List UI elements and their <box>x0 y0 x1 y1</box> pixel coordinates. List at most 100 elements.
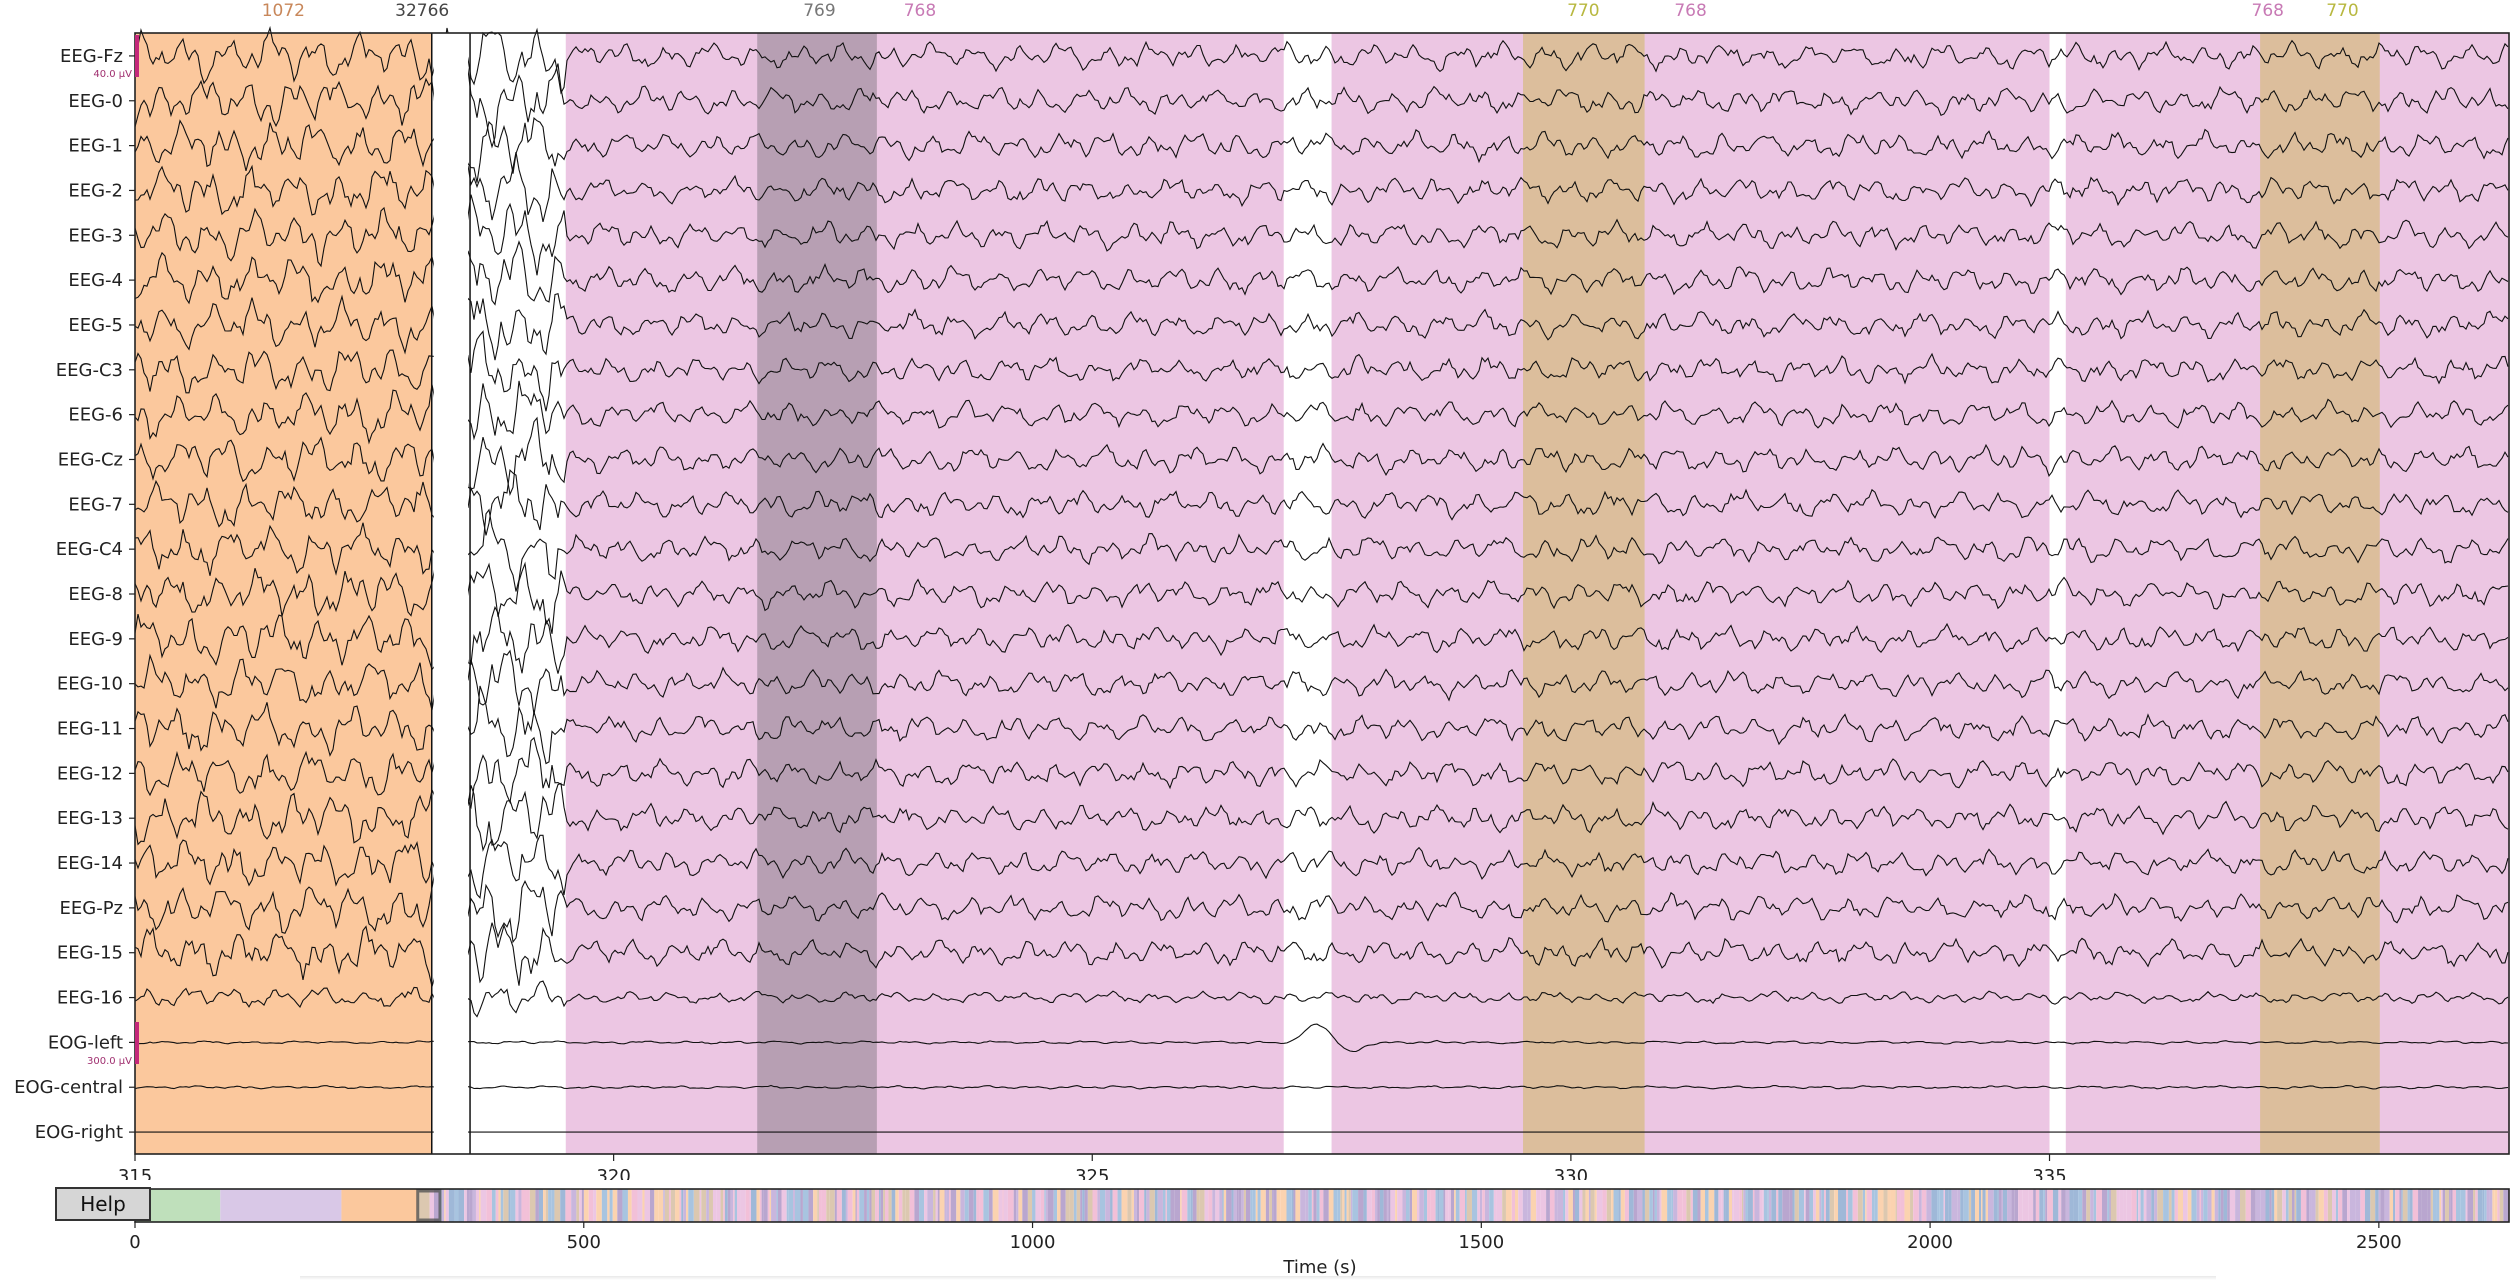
overview-stripe <box>1789 1189 1793 1222</box>
channel-label-eeg-5[interactable]: EEG-5 <box>68 315 123 336</box>
overview-stripe <box>1097 1189 1100 1222</box>
channel-label-eog-right[interactable]: EOG-right <box>35 1122 123 1143</box>
overview-stripe <box>1862 1189 1866 1222</box>
channel-label-eeg-3[interactable]: EEG-3 <box>68 225 123 246</box>
overview-stripe <box>1484 1189 1490 1222</box>
channel-label-eeg-13[interactable]: EEG-13 <box>57 808 123 829</box>
overview-stripe <box>724 1189 728 1222</box>
overview-stripe <box>1170 1189 1175 1222</box>
channel-label-eeg-8[interactable]: EEG-8 <box>68 584 123 605</box>
channel-label-eeg-0[interactable]: EEG-0 <box>68 91 123 112</box>
overview-stripe <box>2235 1189 2241 1222</box>
overview-stripe <box>2430 1189 2433 1222</box>
overview-stripe <box>429 1189 434 1222</box>
channel-label-eeg-16[interactable]: EEG-16 <box>57 988 123 1009</box>
overview-stripe <box>1162 1189 1166 1222</box>
overview-stripe <box>2335 1189 2339 1222</box>
overview-stripe <box>2011 1189 2015 1222</box>
channel-label-eeg-7[interactable]: EEG-7 <box>68 494 123 515</box>
overview-stripe <box>1047 1189 1054 1222</box>
overview-stripe <box>2342 1189 2348 1222</box>
channel-label-eeg-14[interactable]: EEG-14 <box>57 853 123 874</box>
overview-stripe <box>503 1189 509 1222</box>
help-button[interactable]: Help <box>55 1187 151 1221</box>
raw-data-plot[interactable]: 1072 32766 768769 768770 768 770 EEG-FzEEG-0E… <box>0 0 2516 1180</box>
overview-stripe <box>927 1189 934 1222</box>
annotation-label-3: 769 <box>803 1 835 21</box>
overview-stripe <box>2110 1189 2117 1222</box>
overview-stripe <box>2499 1189 2504 1222</box>
overview-stripe <box>1762 1189 1764 1222</box>
overview-stripe <box>1654 1189 1657 1222</box>
overview-stripe <box>1007 1189 1014 1222</box>
channel-label-eeg-10[interactable]: EEG-10 <box>57 674 123 695</box>
overview-stripe <box>956 1189 961 1222</box>
overview-stripe <box>1804 1189 1806 1222</box>
overview-stripe <box>1493 1189 1497 1222</box>
annotation-span-3[interactable] <box>757 33 877 1154</box>
channel-label-eeg-c3[interactable]: EEG-C3 <box>56 360 123 381</box>
overview-stripe <box>1705 1189 1709 1222</box>
overview-stripe <box>950 1189 957 1222</box>
overview-stripe <box>1759 1189 1763 1222</box>
time-axis: 315 320 325 330 335 <box>118 1154 2067 1180</box>
overview-stripe <box>518 1189 522 1222</box>
overview-stripe <box>1782 1189 1787 1222</box>
overview-stripe <box>2201 1189 2204 1222</box>
channel-label-eeg-c4[interactable]: EEG-C4 <box>56 539 123 560</box>
overview-stripe <box>658 1189 664 1222</box>
channel-label-eeg-12[interactable]: EEG-12 <box>57 763 123 784</box>
overview-stripe <box>1568 1189 1573 1222</box>
overview-stripe <box>1165 1189 1167 1222</box>
channel-label-eeg-1[interactable]: EEG-1 <box>68 136 123 157</box>
overview-stripe <box>1257 1189 1261 1222</box>
overview-stripe <box>2007 1189 2012 1222</box>
overview-stripe <box>699 1189 702 1222</box>
channel-label-eeg-fz[interactable]: EEG-Fz <box>60 46 123 67</box>
channel-label-eeg-9[interactable]: EEG-9 <box>68 629 123 650</box>
channel-label-eeg-cz[interactable]: EEG-Cz <box>58 449 123 470</box>
overview-stripe <box>2177 1189 2184 1222</box>
overview-stripe <box>579 1189 582 1222</box>
overview-block-2 <box>341 1189 418 1222</box>
annotation-span-0[interactable] <box>135 33 432 1154</box>
overview-stripe <box>2065 1189 2070 1222</box>
overview-tick-label: 1500 <box>1458 1232 1504 1253</box>
annotation-span-5[interactable] <box>1523 33 1645 1154</box>
overview-stripe <box>1308 1189 1312 1222</box>
overview-stripe <box>1252 1189 1256 1222</box>
overview-stripe <box>2093 1189 2097 1222</box>
overview-stripe <box>937 1189 940 1222</box>
overview-stripe <box>1076 1189 1081 1222</box>
overview-stripe <box>2143 1189 2147 1222</box>
overview-stripe <box>1412 1189 1418 1222</box>
overview-stripe <box>1117 1189 1122 1222</box>
channel-label-eeg-pz[interactable]: EEG-Pz <box>60 898 124 919</box>
overview-stripe <box>1065 1189 1070 1222</box>
overview-stripe <box>1340 1189 1343 1222</box>
overview-stripe <box>1926 1189 1932 1222</box>
overview-stripe <box>2347 1189 2350 1222</box>
overview-stripe <box>2109 1189 2111 1222</box>
overview-stripe <box>1358 1189 1364 1222</box>
overview-stripe <box>1379 1189 1384 1222</box>
annotation-span-7[interactable] <box>2260 33 2380 1154</box>
channel-label-eeg-11[interactable]: EEG-11 <box>57 719 123 740</box>
channel-label-eeg-6[interactable]: EEG-6 <box>68 405 123 426</box>
overview-stripe <box>607 1189 610 1222</box>
overview-stripe <box>1900 1189 1905 1222</box>
channel-label-eeg-15[interactable]: EEG-15 <box>57 943 123 964</box>
overview-stripe <box>571 1189 577 1222</box>
overview-stripe <box>554 1189 561 1222</box>
overview-stripe <box>1865 1189 1867 1222</box>
overview-stripe <box>1613 1189 1619 1222</box>
overview-stripe <box>1813 1189 1816 1222</box>
overview-stripe <box>2467 1189 2474 1222</box>
overview-stripe <box>761 1189 764 1222</box>
channel-label-eog-central[interactable]: EOG-central <box>14 1077 123 1098</box>
overview-stripe <box>730 1189 734 1222</box>
channel-label-eeg-4[interactable]: EEG-4 <box>68 270 123 291</box>
channel-label-eog-left[interactable]: EOG-left <box>48 1032 123 1053</box>
channel-label-eeg-2[interactable]: EEG-2 <box>68 180 123 201</box>
overview-stripe <box>1918 1189 1922 1222</box>
